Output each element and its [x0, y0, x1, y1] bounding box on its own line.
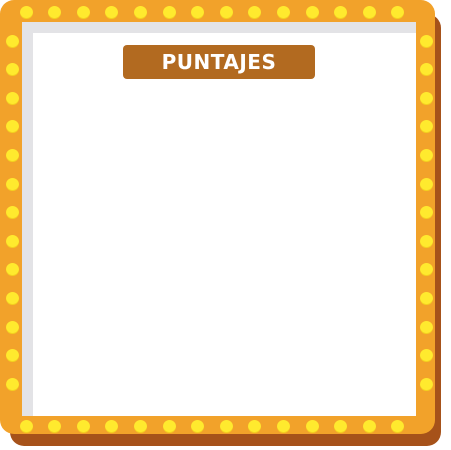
marquee-bulb: [248, 419, 262, 433]
marquee-bulb: [133, 5, 147, 19]
marquee-bulb: [276, 419, 290, 433]
marquee-bulb: [391, 419, 405, 433]
marquee-bulb: [5, 377, 19, 391]
marquee-bulb: [419, 120, 433, 134]
scoreboard: PUNTAJES: [0, 0, 451, 450]
marquee-bulb: [219, 5, 233, 19]
marquee-bulb: [5, 63, 19, 77]
marquee-bulb: [419, 377, 433, 391]
marquee-bulb: [276, 5, 290, 19]
marquee-bulb: [105, 5, 119, 19]
marquee-bulb: [133, 419, 147, 433]
marquee-bulb: [162, 419, 176, 433]
marquee-bulb: [5, 91, 19, 105]
marquee-bulb: [105, 419, 119, 433]
marquee-bulb: [419, 234, 433, 248]
marquee-bulb: [362, 5, 376, 19]
marquee-bulb: [419, 148, 433, 162]
marquee-bulb: [5, 148, 19, 162]
marquee-bulb: [419, 177, 433, 191]
marquee-bulb: [362, 419, 376, 433]
marquee-bulb: [48, 419, 62, 433]
marquee-bulb: [191, 419, 205, 433]
marquee-frame: PUNTAJES: [0, 0, 435, 434]
marquee-bulb: [5, 206, 19, 220]
marquee-bulb: [419, 34, 433, 48]
marquee-bulb: [248, 5, 262, 19]
marquee-bulb: [219, 419, 233, 433]
marquee-bulb: [5, 349, 19, 363]
marquee-bulb: [305, 5, 319, 19]
marquee-bulb: [76, 419, 90, 433]
title-plate: PUNTAJES: [123, 45, 315, 79]
marquee-bulb: [19, 419, 33, 433]
marquee-bulb: [419, 63, 433, 77]
marquee-bulb: [334, 419, 348, 433]
marquee-bulb: [419, 320, 433, 334]
marquee-bulb: [334, 5, 348, 19]
marquee-bulb: [419, 349, 433, 363]
marquee-bulb: [391, 5, 405, 19]
marquee-bulb: [419, 91, 433, 105]
marquee-bulb: [5, 177, 19, 191]
score-panel: [33, 33, 416, 416]
marquee-bulb: [419, 263, 433, 277]
scoreboard-title: PUNTAJES: [161, 50, 277, 74]
marquee-bulb: [419, 291, 433, 305]
marquee-bulb: [19, 5, 33, 19]
marquee-bulb: [5, 120, 19, 134]
marquee-bulb: [48, 5, 62, 19]
marquee-bulb: [162, 5, 176, 19]
marquee-bulb: [76, 5, 90, 19]
marquee-bulb: [5, 34, 19, 48]
marquee-bulb: [191, 5, 205, 19]
marquee-bulb: [5, 263, 19, 277]
marquee-bulb: [5, 320, 19, 334]
marquee-bulb: [305, 419, 319, 433]
marquee-bulb: [5, 291, 19, 305]
marquee-bulb: [5, 234, 19, 248]
marquee-bulb: [419, 206, 433, 220]
